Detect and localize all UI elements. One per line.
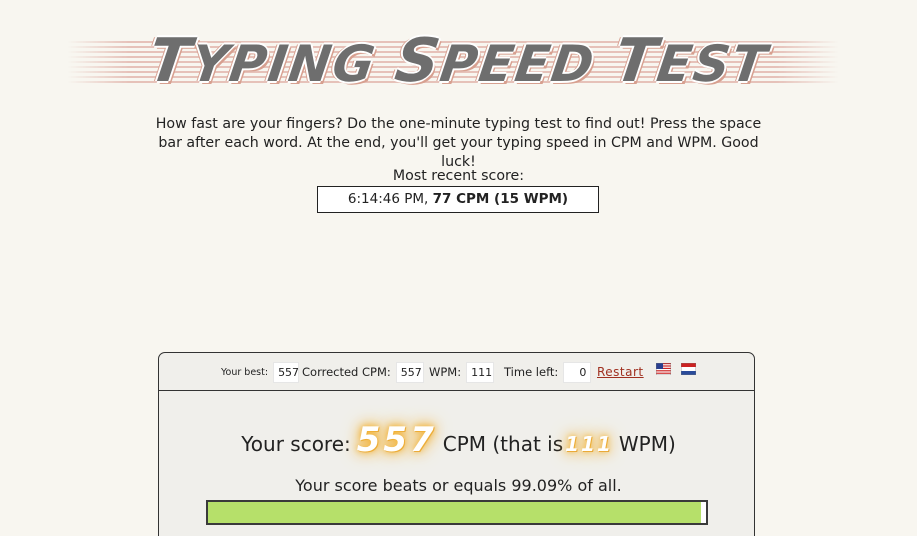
recent-score-box: 6:14:46 PM, 77 CPM (15 WPM)	[317, 186, 599, 213]
wpm-label: WPM:	[429, 365, 462, 379]
stats-bar: Your best: 557 Corrected CPM: 557 WPM: 1…	[159, 353, 754, 391]
logo-text: TYPING SPEED TEST	[144, 26, 773, 99]
score-line: Your score: 557 CPM (that is 111 WPM)	[0, 420, 917, 464]
wpm-stat: WPM: 111	[429, 353, 495, 391]
restart-link[interactable]: Restart	[597, 353, 644, 391]
time-left-label: Time left:	[504, 365, 559, 379]
score-prefix: Your score:	[241, 432, 351, 456]
best-label: Your best:	[221, 366, 269, 378]
logo-part-2: PEED	[436, 35, 600, 93]
percentile-bar	[206, 500, 708, 525]
percentile-bar-fill	[208, 502, 702, 523]
best-stat: Your best: 557	[221, 353, 300, 391]
score-suffix: WPM)	[618, 432, 676, 456]
logo-part-1: YPING	[187, 35, 400, 93]
time-left-stat: Time left: 0	[504, 353, 592, 391]
recent-score-value: 77 CPM (15 WPM)	[432, 191, 569, 207]
corrected-cpm-value: 557	[395, 361, 424, 383]
nl-flag-icon[interactable]	[681, 363, 696, 375]
corrected-cpm-label: Corrected CPM:	[302, 365, 391, 379]
percentile-text: Your score beats or equals 99.09% of all…	[295, 476, 622, 495]
best-value: 557	[273, 361, 300, 383]
us-flag-icon[interactable]	[656, 363, 671, 375]
page: TYPING SPEED TEST How fast are your fing…	[0, 0, 917, 536]
recent-score-time: 6:14:46 PM,	[347, 191, 429, 207]
score-middle: CPM (that is	[442, 432, 564, 456]
logo-part-3: EST	[653, 35, 772, 93]
corrected-cpm-stat: Corrected CPM: 557	[302, 353, 424, 391]
time-left-value: 0	[563, 361, 592, 383]
recent-score-label: Most recent score:	[392, 168, 525, 184]
score-cpm-value: 557	[356, 420, 437, 460]
score-wpm-value: 111	[565, 432, 613, 456]
logo: TYPING SPEED TEST	[0, 26, 917, 96]
intro-text: How fast are your fingers? Do the one-mi…	[155, 116, 762, 170]
wpm-value: 111	[466, 361, 495, 383]
